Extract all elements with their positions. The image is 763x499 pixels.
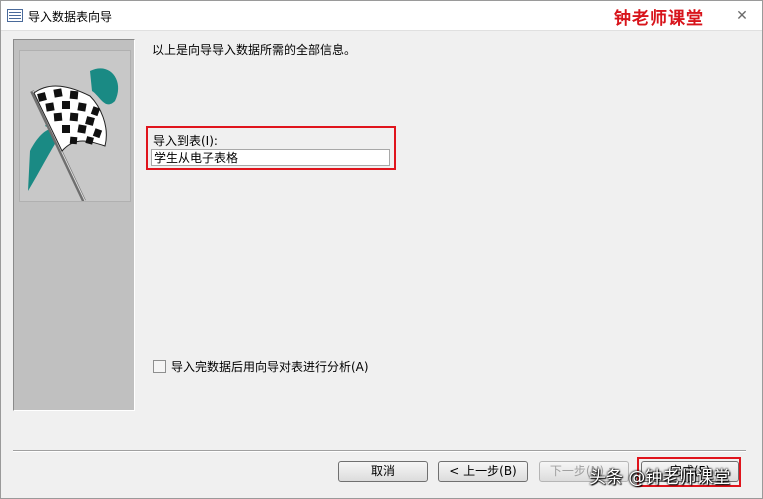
analyze-checkbox-label[interactable]: 导入完数据后用向导对表进行分析(A) (171, 358, 369, 375)
analyze-checkbox[interactable] (153, 360, 166, 373)
wizard-side-panel (13, 39, 135, 411)
title-bar: 导入数据表向导 钟老师课堂 ✕ (1, 1, 762, 31)
button-separator (13, 450, 746, 452)
summary-text: 以上是向导导入数据所需的全部信息。 (152, 43, 357, 57)
cancel-button[interactable]: 取消 (338, 461, 428, 482)
watermark-bottom: 头条 @钟老师课堂 (589, 468, 731, 488)
watermark-top: 钟老师课堂 (614, 9, 704, 29)
window-title: 导入数据表向导 (28, 10, 113, 24)
import-wizard-window: 导入数据表向导 钟老师课堂 ✕ 以上是向导导入数据所需的全部信息。 导入到表(I… (0, 0, 763, 499)
import-table-name-input[interactable] (151, 149, 390, 166)
import-to-table-label: 导入到表(I): (153, 134, 218, 148)
checkered-flag-icon (19, 50, 131, 202)
table-icon (7, 9, 23, 22)
back-button[interactable]: < 上一步(B) (438, 461, 528, 482)
close-icon[interactable]: ✕ (733, 7, 751, 25)
